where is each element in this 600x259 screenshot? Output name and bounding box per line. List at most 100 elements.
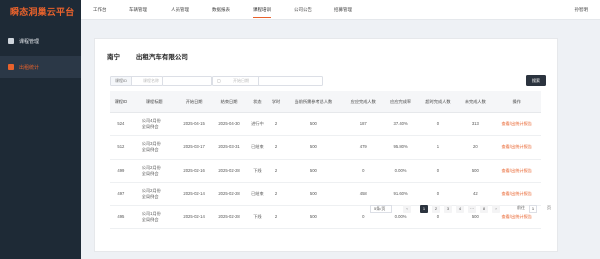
- cell-status: 下线: [246, 205, 269, 230]
- cell-end: 2025-02-28: [211, 159, 247, 183]
- page-size-select[interactable]: 5条/页: [370, 205, 392, 213]
- start-date-input[interactable]: 开始日期: [233, 77, 249, 85]
- column-header: 课程标题: [131, 91, 177, 113]
- cell-total: 500: [283, 205, 343, 230]
- cell-title: 公司1月份 全局例会: [131, 205, 177, 230]
- cell-hours: 2: [268, 135, 284, 160]
- cell-undone: 42: [458, 182, 493, 207]
- course-id-filter: 课程ID 课程名称: [110, 76, 163, 86]
- end-date-field[interactable]: [258, 76, 323, 86]
- page-title: 南宁 出租汽车有限公司: [107, 51, 202, 61]
- course-icon: [8, 38, 14, 44]
- search-button[interactable]: 搜索: [526, 75, 546, 86]
- nav-workbench[interactable]: 工作台: [93, 0, 107, 19]
- column-header: 当前所需参考总人数: [283, 91, 343, 113]
- next-page-button[interactable]: ›: [492, 205, 500, 213]
- page-button[interactable]: 2: [432, 205, 440, 213]
- table-row: 495 公司1月份 全局例会 2025-02-14 2025-02-28 下线 2 500 0…: [110, 205, 541, 230]
- goto-unit: 页: [547, 205, 551, 210]
- nav-reports[interactable]: 数据报表: [212, 0, 230, 19]
- view-report-link[interactable]: 查看/出统计报告: [492, 182, 541, 207]
- cell-hours: 2: [268, 182, 284, 207]
- nav-staff[interactable]: 人员管理: [171, 0, 189, 19]
- cell-undone: 500: [458, 159, 493, 183]
- column-header: 结束日期: [211, 91, 247, 113]
- column-header: 状态: [246, 91, 269, 113]
- cell-total: 500: [283, 182, 343, 207]
- cell-total: 500: [283, 135, 343, 160]
- sidebar: 瞬态洞巢云平台 课程管理 出租统计: [0, 0, 81, 259]
- cell-late: 0: [417, 159, 459, 183]
- cell-rate: 0.00%: [383, 159, 418, 183]
- column-header: 应应完成率: [383, 91, 418, 113]
- column-header: 学时: [268, 91, 284, 113]
- view-report-link[interactable]: 查看/出统计报告: [492, 159, 541, 183]
- page-button[interactable]: 1: [420, 205, 428, 213]
- cell-start: 2025-03-17: [176, 135, 212, 160]
- prev-page-button[interactable]: ‹: [403, 205, 411, 213]
- cell-undone: 20: [458, 135, 493, 160]
- cell-id: 512: [110, 135, 132, 160]
- cell-hours: 2: [268, 112, 284, 137]
- table-row: 499 公司2月份 全局例会 2025-02-16 2025-02-28 下线 2 500 0…: [110, 159, 541, 183]
- cell-end: 2025-02-28: [211, 182, 247, 207]
- city-label: 南宁: [107, 54, 120, 61]
- sidebar-item-course[interactable]: 课程管理: [0, 30, 81, 52]
- page-button[interactable]: 3: [444, 205, 452, 213]
- cell-status: 进行中: [246, 112, 269, 137]
- cell-total: 500: [283, 159, 343, 183]
- top-navbar: 工作台 车辆管理 人员管理 数据报表 课程培训 公司公告 招募管理 孙智明: [81, 0, 600, 20]
- nav-vehicles[interactable]: 车辆管理: [129, 0, 147, 19]
- sidebar-item-stats[interactable]: 出租统计: [0, 56, 81, 78]
- cell-rate: 95.80%: [383, 135, 418, 160]
- cell-end: 2025-02-28: [211, 205, 247, 230]
- cell-start: 2025-02-14: [176, 182, 212, 207]
- course-table: 课程ID 课程标题 开始日期 结束日期 状态 学时 当前所需参考总人数 应应完成人数 应应完成率…: [110, 91, 541, 230]
- cell-title: 公司3月份 全局例会: [131, 135, 177, 160]
- cell-status: 已结束: [246, 135, 269, 160]
- column-header: 课程ID: [110, 91, 132, 113]
- stats-icon: [8, 64, 14, 70]
- cell-end: 2025-04-30: [211, 112, 247, 137]
- cell-title: 公司2月份 全局例会: [131, 159, 177, 183]
- cell-done: 0: [343, 159, 384, 183]
- sidebar-item-label: 课程管理: [19, 38, 40, 45]
- cell-hours: 2: [268, 159, 284, 183]
- cell-total: 500: [283, 112, 343, 137]
- cell-id: 495: [110, 205, 132, 230]
- cell-id: 499: [110, 159, 132, 183]
- cell-undone: 313: [458, 112, 493, 137]
- nav-recruit[interactable]: 招募管理: [334, 0, 352, 19]
- cell-end: 2025-03-31: [211, 135, 247, 160]
- cell-late: 1: [417, 135, 459, 160]
- more-pages-button[interactable]: ···: [468, 205, 476, 213]
- goto-page-input[interactable]: 1: [529, 205, 537, 213]
- view-report-link[interactable]: 查看/出统计报告: [492, 135, 541, 160]
- course-name-input[interactable]: 课程名称: [143, 77, 159, 85]
- cell-start: 2025-02-16: [176, 159, 212, 183]
- cell-title: 公司4月份 全局例会: [131, 112, 177, 137]
- course-id-label: 课程ID: [111, 77, 132, 85]
- cell-hours: 2: [268, 205, 284, 230]
- cell-done: 458: [343, 182, 384, 207]
- cell-id: 497: [110, 182, 132, 207]
- course-name-filter[interactable]: [162, 76, 212, 86]
- view-report-link[interactable]: 查看/出统计报告: [492, 112, 541, 137]
- nav-training[interactable]: 课程培训: [253, 0, 271, 18]
- table-header: 课程ID 课程标题 开始日期 结束日期 状态 学时 当前所需参考总人数 应应完成人数 应应完成率…: [110, 91, 541, 113]
- last-page-button[interactable]: 8: [480, 205, 488, 213]
- nav-notices[interactable]: 公司公告: [294, 0, 312, 19]
- cell-rate: 91.60%: [383, 182, 418, 207]
- user-name[interactable]: 孙智明: [575, 0, 589, 19]
- cell-done: 187: [343, 112, 384, 137]
- cell-late: 0: [417, 182, 459, 207]
- sidebar-item-label: 出租统计: [19, 64, 40, 71]
- column-header: 未完成人数: [458, 91, 493, 113]
- cell-id: 524: [110, 112, 132, 137]
- page-button[interactable]: 4: [456, 205, 464, 213]
- cell-start: 2025-02-14: [176, 205, 212, 230]
- cell-rate: 37.40%: [383, 112, 418, 137]
- cell-start: 2025-04-15: [176, 112, 212, 137]
- column-header: 开始日期: [176, 91, 212, 113]
- cell-title: 公司2月份 全局例会: [131, 182, 177, 207]
